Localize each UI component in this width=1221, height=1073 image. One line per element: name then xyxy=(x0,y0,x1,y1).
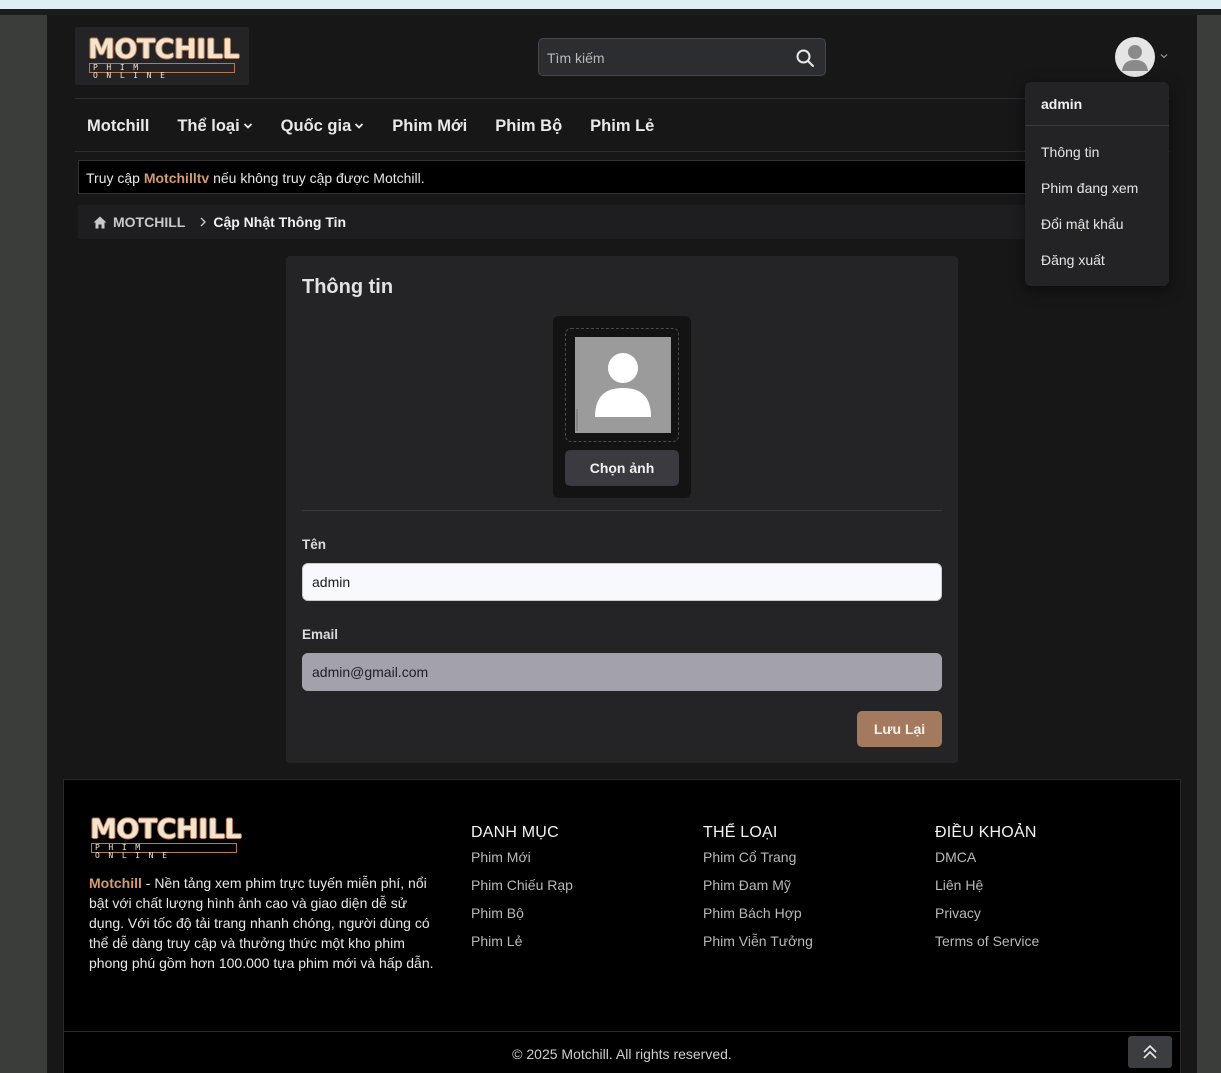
double-chevron-up-icon xyxy=(1143,1044,1157,1059)
footer-column-dieu-khoan: ĐIỀU KHOẢN DMCA Liên Hệ Privacy Terms of… xyxy=(935,824,1039,961)
choose-photo-button[interactable]: Chọn ảnh xyxy=(565,450,679,486)
footer-column-title: ĐIỀU KHOẢN xyxy=(935,824,1037,841)
footer-link[interactable]: Liên Hệ xyxy=(935,877,1039,905)
name-label: Tên xyxy=(302,537,327,552)
scroll-to-top-button[interactable] xyxy=(1128,1036,1172,1068)
card-title: Thông tin xyxy=(302,276,394,298)
footer-link[interactable]: Phim Cổ Trang xyxy=(703,849,813,877)
site-logo[interactable]: MOTCHILL PHIM ONLINE xyxy=(75,27,249,85)
user-icon xyxy=(1122,45,1148,71)
breadcrumb-current: Cập Nhật Thông Tin xyxy=(213,214,347,230)
footer-link[interactable]: Phim Bách Hợp xyxy=(703,905,813,933)
footer-column-title: DANH MỤC xyxy=(471,824,559,841)
footer-link[interactable]: Phim Đam Mỹ xyxy=(703,877,813,905)
nav-item-phim-bo[interactable]: Phim Bộ xyxy=(495,115,562,137)
user-menu-item-watching[interactable]: Phim đang xem xyxy=(1041,180,1138,196)
home-icon xyxy=(93,216,107,228)
breadcrumb: MOTCHILL Cập Nhật Thông Tin xyxy=(78,205,1168,239)
footer-link[interactable]: Phim Viễn Tưởng xyxy=(703,933,813,961)
chevron-down-icon xyxy=(355,123,364,129)
footer-logo[interactable]: MOTCHILL PHIM ONLINE xyxy=(90,814,242,860)
footer-column-title: THỂ LOẠI xyxy=(703,824,778,841)
email-label: Email xyxy=(302,627,339,642)
footer-link[interactable]: Phim Lẻ xyxy=(471,933,573,961)
notice-link[interactable]: Motchilltv xyxy=(144,170,209,186)
footer-link[interactable]: Phim Chiếu Rạp xyxy=(471,877,573,905)
logo-wordmark: MOTCHILL xyxy=(88,34,240,65)
profile-card: Thông tin Chọn ảnh Tên Email Lưu Lại xyxy=(286,256,958,763)
user-menu-dropdown: admin Thông tin Phim đang xem Đổi mật kh… xyxy=(1025,82,1169,286)
user-placeholder-icon xyxy=(576,353,651,431)
name-field[interactable] xyxy=(302,563,942,601)
nav-item-phim-le[interactable]: Phim Lẻ xyxy=(590,115,654,137)
footer-logo-wordmark: MOTCHILL xyxy=(90,814,242,845)
nav-item-quoc-gia[interactable]: Quốc gia xyxy=(281,115,365,137)
chevron-down-icon xyxy=(243,123,252,129)
breadcrumb-home[interactable]: MOTCHILL xyxy=(93,214,185,230)
footer-link[interactable]: Terms of Service xyxy=(935,933,1039,961)
card-divider xyxy=(302,510,942,511)
avatar-dropzone[interactable] xyxy=(565,328,679,442)
notice-banner: Truy cập Motchilltv nếu không truy cập đ… xyxy=(78,160,1168,194)
user-avatar-button[interactable] xyxy=(1115,37,1155,77)
logo-subtitle: PHIM ONLINE xyxy=(89,63,235,80)
search-input[interactable] xyxy=(547,48,787,68)
chevron-right-icon xyxy=(199,217,207,227)
header-divider xyxy=(75,98,1170,99)
copyright: © 2025 Motchill. All rights reserved. xyxy=(512,1046,732,1062)
footer-description: Motchill - Nền tảng xem phim trực tuyến … xyxy=(89,875,434,971)
avatar-preview xyxy=(575,337,671,433)
footer-link[interactable]: Phim Mới xyxy=(471,849,573,877)
save-button[interactable]: Lưu Lại xyxy=(857,711,942,747)
main-nav: Motchill Thể loại Quốc gia Phim Mới Phim… xyxy=(87,115,682,137)
footer-logo-subtitle: PHIM ONLINE xyxy=(91,843,237,860)
footer-link[interactable]: DMCA xyxy=(935,849,1039,877)
nav-item-the-loai[interactable]: Thể loại xyxy=(177,115,252,137)
browser-top-strip xyxy=(0,0,1221,15)
avatar-picker: Chọn ảnh xyxy=(553,316,691,498)
footer-link[interactable]: Phim Bộ xyxy=(471,905,573,933)
nav-divider xyxy=(75,151,1170,152)
user-menu-username: admin xyxy=(1041,96,1083,112)
email-field[interactable] xyxy=(302,653,942,691)
nav-item-motchill[interactable]: Motchill xyxy=(87,115,149,137)
site-footer: MOTCHILL PHIM ONLINE Motchill - Nền tảng… xyxy=(63,779,1181,1073)
chevron-down-icon[interactable] xyxy=(1159,51,1169,61)
search-icon[interactable] xyxy=(795,48,815,68)
user-menu-divider xyxy=(1025,125,1169,126)
footer-column-the-loai: THỂ LOẠI Phim Cổ Trang Phim Đam Mỹ Phim … xyxy=(703,824,813,961)
user-menu-item-logout[interactable]: Đăng xuất xyxy=(1041,252,1105,268)
user-menu-item-change-password[interactable]: Đổi mật khẩu xyxy=(1041,216,1123,232)
footer-divider xyxy=(64,1031,1180,1032)
footer-link[interactable]: Privacy xyxy=(935,905,1039,933)
search-box xyxy=(538,38,826,76)
footer-column-danh-muc: DANH MỤC Phim Mới Phim Chiếu Rạp Phim Bộ… xyxy=(471,824,573,961)
nav-item-phim-moi[interactable]: Phim Mới xyxy=(392,115,467,137)
user-menu-item-profile[interactable]: Thông tin xyxy=(1041,144,1099,160)
